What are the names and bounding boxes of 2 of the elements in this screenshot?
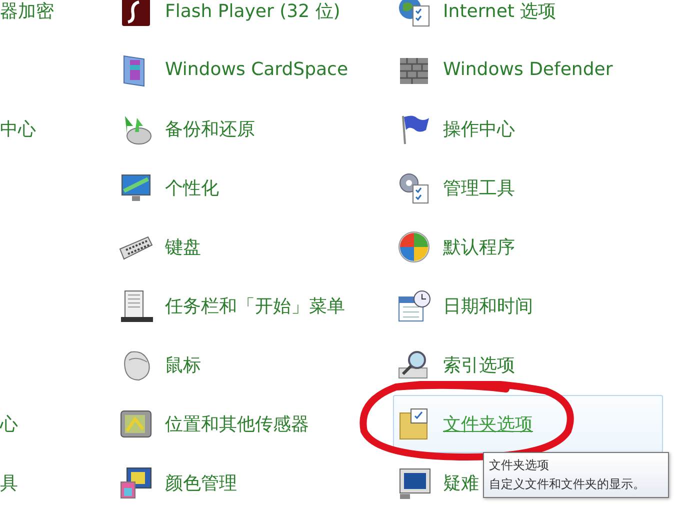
tooltip-title: 文件夹选项: [489, 457, 550, 474]
tooltip-description: 自定义文件和文件夹的显示。: [489, 476, 646, 493]
